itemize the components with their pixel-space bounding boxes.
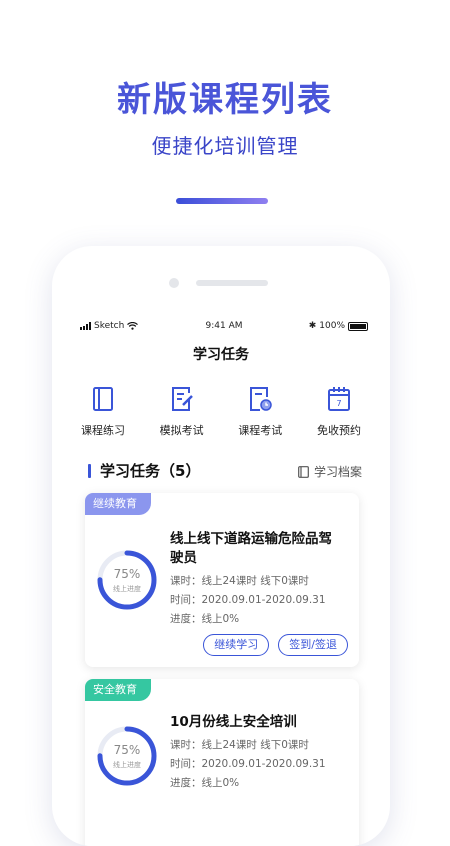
promo-title: 新版课程列表	[117, 80, 333, 120]
shortcut-label: 课程考试	[238, 424, 283, 437]
task-card[interactable]: 安全教育 75% 线上进度 10月份线上安全培训 课时：线上24课时 线下0课时…	[85, 679, 359, 846]
phone-frame: Sketch 9:41 AM ✱ 100% 学习任务 课程练习 模拟考试 课程考…	[52, 246, 390, 846]
progress-ring: 75% 线上进度	[95, 724, 159, 788]
battery-icon	[348, 321, 368, 331]
course-progress: 进度：线上0%	[170, 777, 240, 789]
promo-subtitle: 便捷化培训管理	[151, 134, 299, 158]
course-name-line-1: 线上线下道路运输危险品驾	[170, 531, 332, 547]
promo-divider	[176, 198, 268, 204]
page-title: 学习任务	[193, 347, 249, 363]
svg-text:7: 7	[336, 399, 341, 408]
course-hours: 课时：线上24课时 线下0课时	[170, 575, 309, 587]
check-in-out-button[interactable]: 签到/签退	[278, 634, 348, 656]
course-name: 10月份线上安全培训	[170, 714, 297, 730]
category-tag: 继续教育	[85, 493, 151, 515]
shortcut-course-practice[interactable]: 课程练习	[64, 386, 142, 438]
course-time: 时间：2020.09.01-2020.09.31	[170, 758, 326, 770]
course-name-line-2: 驶员	[170, 550, 197, 566]
continue-learning-button[interactable]: 继续学习	[203, 634, 270, 656]
battery-percent: 100%	[319, 321, 345, 331]
progress-percent: 75%	[113, 743, 141, 757]
progress-percent: 75%	[113, 567, 141, 581]
shortcut-course-exam[interactable]: 课程考试	[221, 386, 299, 438]
book-icon	[93, 387, 113, 411]
section-accent-bar	[88, 464, 91, 478]
clock-document-icon	[250, 387, 273, 411]
shortcut-grid: 课程练习 模拟考试 课程考试 7 免收预约	[64, 386, 378, 438]
section-header: 学习任务（5） 学习档案	[88, 462, 362, 482]
course-time: 时间：2020.09.01-2020.09.31	[170, 594, 326, 606]
course-name: 线上线下道路运输危险品驾 驶员	[170, 530, 351, 568]
phone-speaker	[196, 280, 268, 286]
learning-archive-link[interactable]: 学习档案	[298, 463, 362, 480]
shortcut-label: 课程练习	[81, 424, 125, 437]
bluetooth-icon: ✱	[308, 321, 317, 331]
calendar-icon: 7	[327, 387, 350, 411]
category-tag: 安全教育	[85, 679, 151, 701]
edit-document-icon	[171, 387, 193, 411]
phone-camera	[169, 278, 179, 288]
shortcut-label: 模拟考试	[159, 424, 204, 437]
status-bar: Sketch 9:41 AM ✱ 100%	[80, 321, 368, 335]
archive-icon	[298, 465, 309, 478]
progress-label: 线上进度	[113, 761, 141, 769]
shortcut-label: 免收预约	[316, 424, 361, 437]
section-title: 学习任务（5）	[100, 462, 201, 480]
course-hours: 课时：线上24课时 线下0课时	[170, 739, 309, 751]
progress-label: 线上进度	[113, 585, 141, 593]
archive-label: 学习档案	[313, 465, 362, 479]
shortcut-free-booking[interactable]: 7 免收预约	[300, 386, 378, 438]
progress-ring: 75% 线上进度	[95, 548, 159, 612]
course-progress: 进度：线上0%	[170, 613, 240, 625]
task-card[interactable]: 继续教育 75% 线上进度 线上线下道路运输危险品驾 驶员 课时：线上24课时 线…	[85, 493, 359, 667]
shortcut-mock-exam[interactable]: 模拟考试	[143, 386, 221, 438]
